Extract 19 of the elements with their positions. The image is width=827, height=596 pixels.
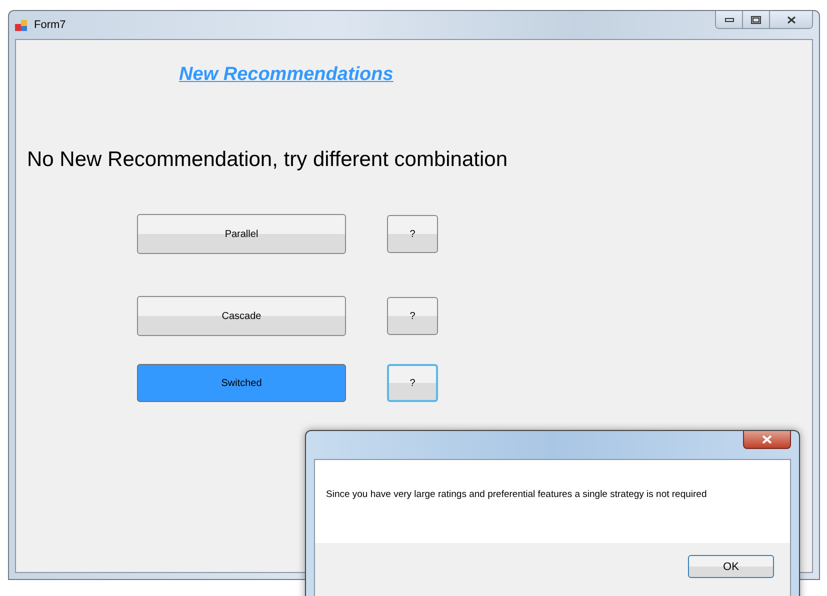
close-icon [786,16,796,24]
window-title: Form7 [34,19,67,31]
maximize-icon [751,16,761,24]
option-button[interactable]: Switched [137,364,346,402]
close-button[interactable] [770,11,812,28]
help-button[interactable]: ? [387,364,438,402]
maximize-button[interactable] [743,11,770,28]
help-button[interactable]: ? [387,297,438,335]
close-icon [762,435,772,444]
app-icon [15,18,28,32]
help-button[interactable]: ? [387,215,438,253]
option-button[interactable]: Parallel [137,214,346,254]
dialog-message: Since you have very large ratings and preferential features a single strategy is not required [325,488,708,502]
option-button[interactable]: Cascade [137,296,346,336]
minimize-icon [724,18,734,22]
close-button[interactable] [743,431,791,449]
ok-button[interactable]: OK [688,555,774,578]
minimize-button[interactable] [716,11,743,28]
status-message: No New Recommendation, try different combination [27,148,508,172]
